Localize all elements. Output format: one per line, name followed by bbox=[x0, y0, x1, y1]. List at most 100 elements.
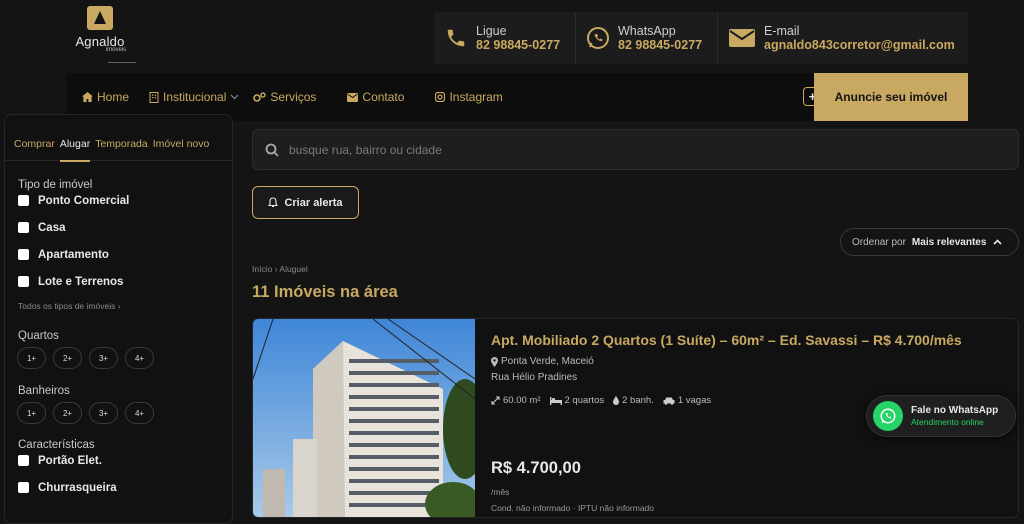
sort-dropdown[interactable]: Ordenar por Mais relevantes bbox=[840, 228, 1019, 256]
brand-logo[interactable]: Agnaldo imóveis bbox=[64, 6, 136, 64]
water-drop-icon bbox=[613, 396, 620, 405]
contact-email-value: agnaldo843corretor@gmail.com bbox=[764, 37, 955, 52]
listing-title[interactable]: Apt. Mobiliado 2 Quartos (1 Suíte) – 60m… bbox=[491, 332, 962, 348]
feature-option-label: Churrasqueira bbox=[38, 481, 117, 494]
feature-parking: 1 vagas bbox=[663, 395, 711, 406]
nav-contato[interactable]: Contato bbox=[347, 73, 404, 121]
search-bar bbox=[252, 129, 1019, 170]
baths-pills: 1+ 2+ 3+ 4+ bbox=[17, 402, 232, 424]
phone-icon bbox=[444, 26, 468, 50]
all-types-link[interactable]: Todos os tipos de imóveis › bbox=[18, 301, 232, 311]
sort-label: Ordenar por bbox=[852, 236, 906, 248]
nav-instagram-label: Instagram bbox=[449, 90, 503, 104]
listing-price-unit: /mês bbox=[491, 487, 510, 497]
listing-features: 60.00 m² 2 quartos 2 banh. 1 vagas bbox=[491, 395, 720, 406]
baths-title: Banheiros bbox=[18, 385, 70, 397]
feature-option[interactable]: Portão Elet. bbox=[18, 447, 232, 474]
rooms-pill[interactable]: 4+ bbox=[125, 347, 154, 369]
site-header: Agnaldo imóveis Ligue 82 98845-0277 What… bbox=[0, 0, 1024, 70]
contact-whatsapp-label: WhatsApp bbox=[618, 23, 676, 38]
search-input[interactable] bbox=[289, 142, 979, 157]
listing-extra-costs: Cond. não informado · IPTU não informado bbox=[491, 503, 655, 513]
contact-bar: Ligue 82 98845-0277 WhatsApp 82 98845-02… bbox=[434, 12, 968, 64]
listing-location: Ponta Verde, Maceió bbox=[491, 356, 594, 367]
chevron-down-icon bbox=[230, 94, 239, 100]
checkbox[interactable] bbox=[18, 195, 29, 206]
home-icon bbox=[82, 92, 93, 102]
nav-institucional-label: Institucional bbox=[163, 90, 227, 104]
rooms-title: Quartos bbox=[18, 330, 59, 342]
type-option[interactable]: Casa bbox=[18, 214, 232, 241]
contact-phone-value: 82 98845-0277 bbox=[476, 37, 561, 52]
contact-phone-label: Ligue bbox=[476, 23, 507, 38]
rooms-pill[interactable]: 1+ bbox=[17, 347, 46, 369]
feature-rooms-label: 2 quartos bbox=[564, 395, 605, 406]
checkbox[interactable] bbox=[18, 482, 29, 493]
type-option[interactable]: Lote e Terrenos bbox=[18, 268, 232, 295]
baths-pill[interactable]: 3+ bbox=[89, 402, 118, 424]
feature-option[interactable]: Churrasqueira bbox=[18, 474, 232, 501]
chevron-up-icon bbox=[993, 239, 1002, 245]
checkbox[interactable] bbox=[18, 249, 29, 260]
feature-baths-label: 2 banh. bbox=[622, 395, 654, 406]
baths-pill[interactable]: 2+ bbox=[53, 402, 82, 424]
listing-street: Rua Hélio Pradines bbox=[491, 372, 578, 383]
feature-rooms: 2 quartos bbox=[549, 395, 605, 406]
listing-price: R$ 4.700,00 bbox=[491, 459, 581, 477]
breadcrumb[interactable]: Início › Aluguel bbox=[252, 264, 308, 274]
contact-email-label: E-mail bbox=[764, 23, 800, 38]
rooms-pills: 1+ 2+ 3+ 4+ bbox=[17, 347, 232, 369]
envelope-small-icon bbox=[347, 92, 359, 102]
search-icon bbox=[265, 143, 279, 157]
feature-area: 60.00 m² bbox=[491, 395, 541, 406]
logo-divider bbox=[108, 62, 136, 63]
type-option-label: Casa bbox=[38, 221, 66, 234]
tab-imovel-novo[interactable]: Imóvel novo bbox=[153, 131, 210, 162]
rooms-pill[interactable]: 2+ bbox=[53, 347, 82, 369]
map-pin-icon bbox=[491, 356, 498, 367]
envelope-icon bbox=[728, 26, 756, 50]
nav-servicos-label: Serviços bbox=[270, 90, 317, 104]
gears-icon bbox=[253, 92, 267, 102]
checkbox[interactable] bbox=[18, 455, 29, 466]
nav-contato-label: Contato bbox=[362, 90, 405, 104]
checkbox[interactable] bbox=[18, 276, 29, 287]
contact-phone[interactable]: Ligue 82 98845-0277 bbox=[434, 12, 576, 64]
type-option-label: Lote e Terrenos bbox=[38, 275, 124, 288]
contact-whatsapp-value: 82 98845-0277 bbox=[618, 37, 703, 52]
contact-email[interactable]: E-mail agnaldo843corretor@gmail.com bbox=[718, 12, 968, 64]
logo-mark-icon bbox=[87, 6, 113, 30]
announce-property-button[interactable]: Anuncie seu imóvel bbox=[814, 73, 968, 121]
type-option-label: Ponto Comercial bbox=[38, 194, 130, 207]
nav-servicos[interactable]: Serviços bbox=[253, 73, 316, 121]
listing-photo[interactable] bbox=[253, 319, 475, 517]
instagram-icon bbox=[435, 92, 446, 102]
deal-type-tabs: Comprar Alugar Temporada Imóvel novo bbox=[5, 131, 232, 162]
tab-temporada[interactable]: Temporada bbox=[95, 131, 148, 162]
baths-pill[interactable]: 4+ bbox=[125, 402, 154, 424]
feature-option-label: Portão Elet. bbox=[38, 454, 102, 467]
contact-whatsapp[interactable]: WhatsApp 82 98845-0277 bbox=[576, 12, 718, 64]
checkbox[interactable] bbox=[18, 222, 29, 233]
type-option[interactable]: Ponto Comercial bbox=[18, 187, 232, 214]
building-icon bbox=[149, 91, 159, 103]
feature-parking-label: 1 vagas bbox=[677, 395, 712, 406]
whatsapp-float-button[interactable]: Fale no WhatsApp Atendimento online bbox=[866, 395, 1016, 437]
listing-location-label: Ponta Verde, Maceió bbox=[501, 356, 594, 367]
nav-instagram[interactable]: Instagram bbox=[435, 73, 503, 121]
bell-icon bbox=[268, 197, 279, 208]
filter-sidebar: Comprar Alugar Temporada Imóvel novo Tip… bbox=[4, 114, 233, 524]
whatsapp-icon bbox=[873, 401, 903, 431]
tab-comprar[interactable]: Comprar bbox=[14, 131, 55, 162]
bed-icon bbox=[549, 396, 562, 405]
baths-pill[interactable]: 1+ bbox=[17, 402, 46, 424]
car-icon bbox=[663, 397, 675, 405]
type-option[interactable]: Apartamento bbox=[18, 241, 232, 268]
rooms-pill[interactable]: 3+ bbox=[89, 347, 118, 369]
create-alert-button[interactable]: Criar alerta bbox=[252, 186, 359, 219]
tab-alugar[interactable]: Alugar bbox=[59, 131, 91, 162]
feature-baths: 2 banh. bbox=[613, 395, 654, 406]
expand-arrows-icon bbox=[491, 396, 500, 405]
results-title: 11 Imóveis na área bbox=[252, 283, 398, 301]
whatsapp-float-subtitle: Atendimento online bbox=[911, 417, 984, 427]
